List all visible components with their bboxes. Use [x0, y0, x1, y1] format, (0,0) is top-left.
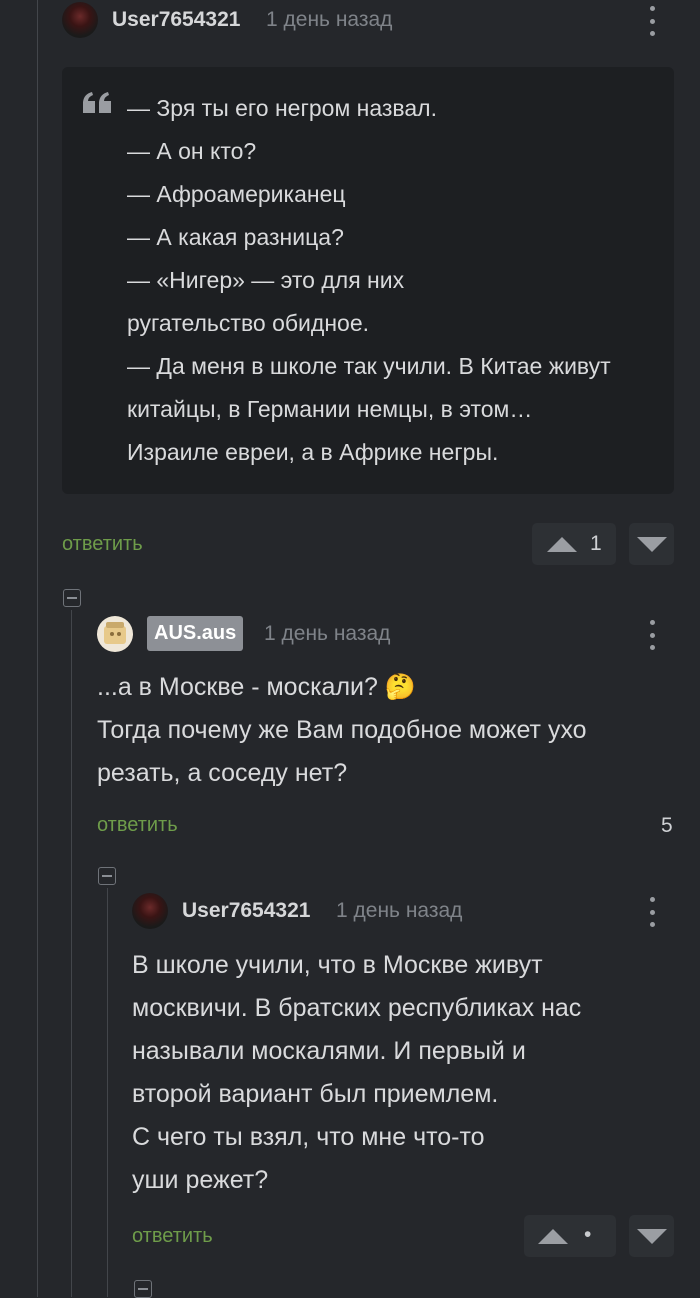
downvote-button[interactable] — [629, 1215, 674, 1257]
rating-count: • — [584, 1223, 592, 1246]
quote-line: Израиле евреи, а в Африке негры. — [127, 439, 499, 465]
comment-line: второй вариант был приемлем. — [132, 1080, 499, 1108]
quote-line: — Да меня в школе так учили. В Китае жив… — [127, 353, 611, 379]
rating-count: 5 — [661, 814, 673, 837]
upvote-button[interactable]: • — [524, 1215, 616, 1257]
username-badge[interactable]: AUS.aus — [147, 616, 244, 651]
comment-line: уши режет? — [132, 1166, 269, 1194]
downvote-arrow-icon — [637, 1229, 667, 1244]
comment-line: называли москалями. И первый и — [132, 1037, 526, 1065]
quote-block: — Зря ты его негром назвал. — А он кто? … — [62, 67, 674, 494]
quote-line: — А он кто? — [127, 138, 257, 164]
comment-username[interactable]: User7654321 — [182, 899, 310, 923]
reply-button[interactable]: ответить — [132, 1225, 213, 1248]
quote-line: — А какая разница? — [127, 224, 344, 250]
comment-timestamp: 1 день назад — [336, 899, 463, 922]
upvote-arrow-icon — [538, 1229, 568, 1244]
kebab-menu-icon[interactable] — [647, 6, 657, 36]
collapse-minus-icon[interactable] — [134, 1280, 152, 1298]
avatar-image — [104, 622, 126, 644]
quote-line: — Зря ты его негром назвал. — [127, 95, 437, 121]
quote-icon — [83, 92, 111, 113]
reply-button[interactable]: ответить — [62, 533, 143, 556]
comment-line: ...а в Москве - москали? 🤔 — [97, 673, 416, 701]
upvote-arrow-icon — [547, 537, 577, 552]
upvote-button[interactable]: 1 — [532, 523, 616, 565]
downvote-arrow-icon — [637, 537, 667, 552]
downvote-button[interactable] — [629, 523, 674, 565]
rating-count: 1 — [590, 532, 602, 555]
avatar[interactable] — [132, 893, 168, 929]
comment-line: В школе учили, что в Москве живут — [132, 951, 543, 979]
collapse-minus-icon[interactable] — [63, 589, 81, 607]
thread-line-level1 — [71, 610, 72, 1297]
thread-line-level2 — [107, 888, 108, 1297]
avatar[interactable] — [62, 2, 98, 38]
comment-line: С чего ты взял, что мне что-то — [132, 1123, 485, 1151]
avatar[interactable] — [97, 616, 133, 652]
kebab-menu-icon[interactable] — [647, 897, 657, 927]
collapse-minus-icon[interactable] — [98, 867, 116, 885]
comment-line: резать, а соседу нет? — [97, 759, 348, 787]
comment-line: Тогда почему же Вам подобное может ухо — [97, 716, 587, 744]
quote-line: китайцы, в Германии немцы, в этом… — [127, 396, 533, 422]
comment-timestamp: 1 день назад — [266, 8, 393, 31]
quote-line: ругательство обидное. — [127, 310, 369, 336]
quote-line: — Афроамериканец — [127, 181, 346, 207]
kebab-menu-icon[interactable] — [647, 620, 657, 650]
thread-line-level0 — [37, 0, 38, 1297]
comment-username[interactable]: User7654321 — [112, 8, 240, 32]
comment-timestamp: 1 день назад — [264, 622, 391, 645]
comment-line: москвичи. В братских республиках нас — [132, 994, 582, 1022]
reply-button[interactable]: ответить — [97, 814, 178, 837]
quote-line: — «Нигер» — это для них — [127, 267, 405, 293]
